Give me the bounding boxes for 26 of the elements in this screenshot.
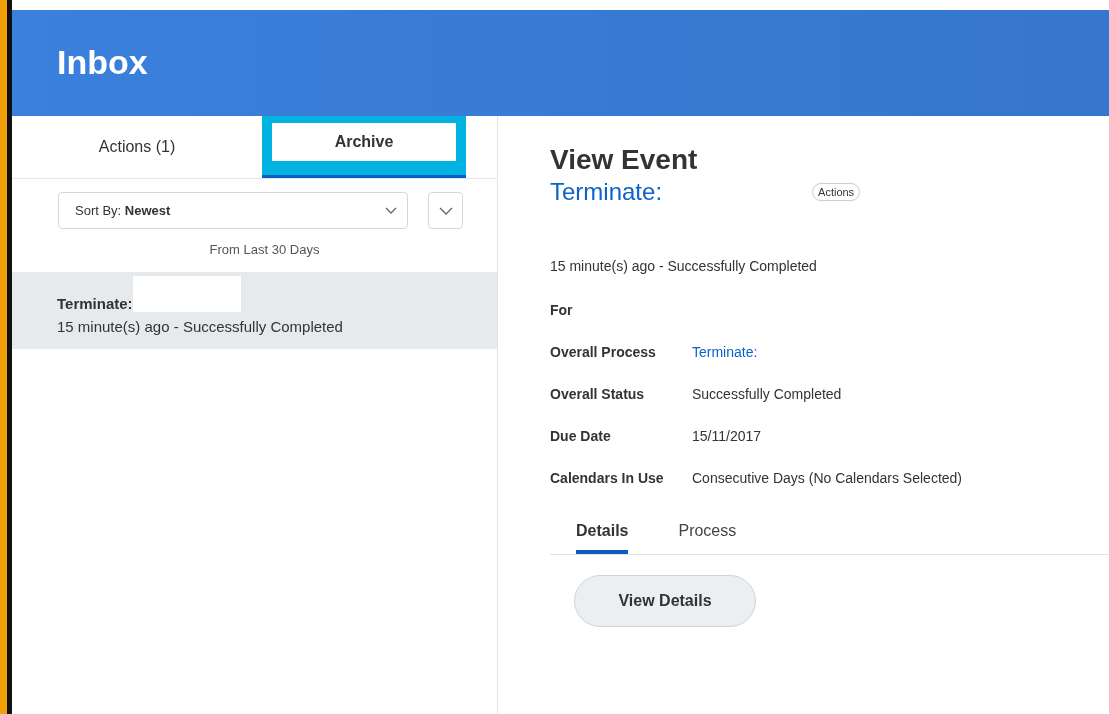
field-label: Overall Status bbox=[550, 386, 646, 402]
event-heading: View Event bbox=[550, 144, 699, 176]
chevron-down-icon bbox=[385, 206, 397, 215]
tab[interactable]: Archive bbox=[262, 116, 466, 178]
field-label: Due Date bbox=[550, 428, 612, 444]
field-label: Overall Process bbox=[550, 344, 657, 360]
date-range-note: From Last 30 Days bbox=[208, 241, 321, 259]
item-subtitle: 15 minute(s) ago - Successfully Completed bbox=[57, 318, 344, 335]
page-title: Inbox bbox=[57, 42, 148, 83]
tab[interactable]: Details bbox=[576, 522, 629, 554]
field-value: Consecutive Days (No Calendars Selected) bbox=[692, 470, 962, 486]
chevron-down-icon bbox=[438, 206, 453, 215]
event-title-link[interactable]: Terminate: bbox=[550, 178, 663, 206]
inbox-item[interactable]: Terminate: 15 minute(s) ago - Successfully Completed bbox=[12, 272, 497, 349]
event-summary: 15 minute(s) ago - Successfully Completed bbox=[550, 258, 818, 274]
view-details-button[interactable]: View Details bbox=[574, 575, 756, 627]
actions-button[interactable]: Actions bbox=[812, 183, 861, 201]
sort-dropdown[interactable]: Sort By: Newest bbox=[58, 192, 408, 229]
field-value: Successfully Completed bbox=[692, 386, 842, 402]
process-link[interactable]: Terminate: bbox=[692, 344, 758, 360]
expand-button[interactable] bbox=[428, 192, 463, 229]
item-title: Terminate: bbox=[57, 295, 133, 312]
field-label: Calendars In Use bbox=[550, 470, 665, 486]
field-label: For bbox=[550, 302, 574, 318]
tab[interactable]: Process bbox=[678, 522, 737, 554]
field-value: 15/11/2017 bbox=[692, 428, 762, 444]
